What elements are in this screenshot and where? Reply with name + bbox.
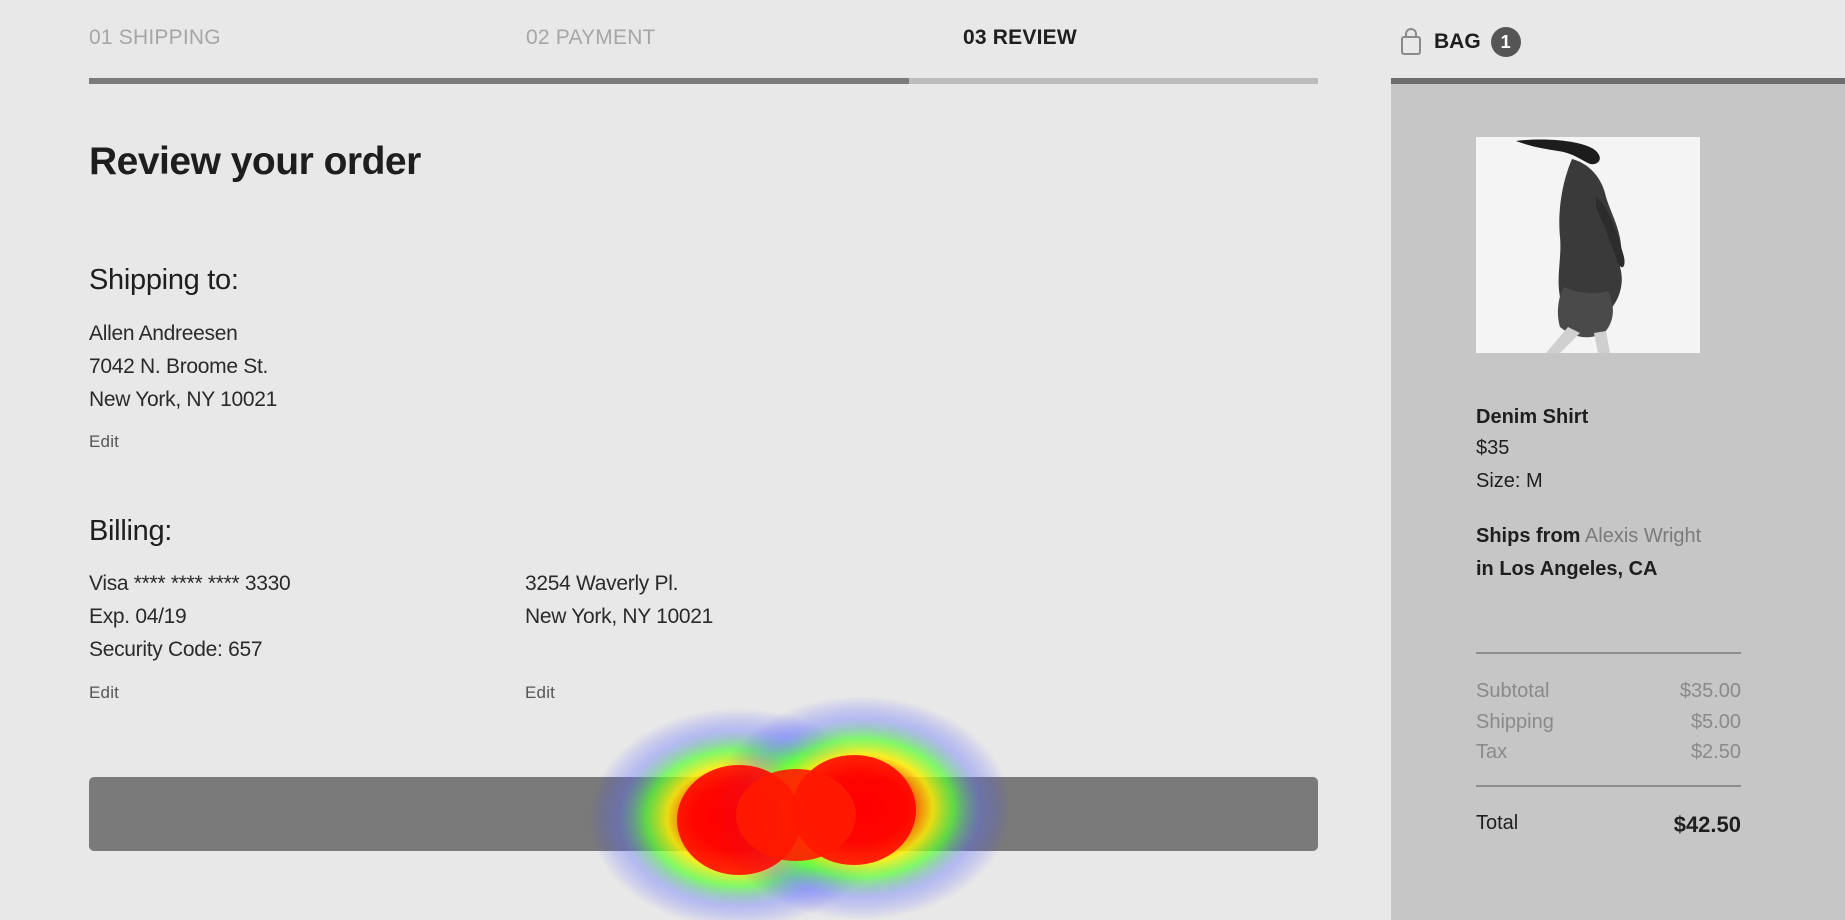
card-expiry: Exp. 04/19	[89, 605, 187, 628]
ships-from-info: Ships from Alexis Wright in Los Angeles,…	[1476, 520, 1701, 586]
product-size: Size: M	[1476, 470, 1543, 492]
step-payment[interactable]: 02 PAYMENT	[526, 26, 656, 50]
product-info: Denim Shirt $35 Size: M	[1476, 402, 1588, 497]
shipping-address: Allen Andreesen 7042 N. Broome St. New Y…	[89, 317, 277, 416]
summary-shipping-row: Shipping $5.00	[1476, 711, 1741, 734]
summary-divider-bottom	[1476, 785, 1741, 787]
summary-total-row: Total $42.50	[1476, 812, 1741, 838]
total-label: Total	[1476, 812, 1519, 834]
checkout-main: 01 SHIPPING 02 PAYMENT 03 REVIEW Review …	[89, 0, 1318, 920]
billing-heading: Billing:	[89, 515, 173, 547]
ships-from-label: Ships from	[1476, 525, 1581, 547]
place-order-button[interactable]	[89, 777, 1318, 851]
product-price: $35	[1476, 437, 1510, 459]
shipping-street: 7042 N. Broome St.	[89, 355, 269, 378]
ships-from-location: in Los Angeles, CA	[1476, 558, 1658, 580]
shipping-city: New York, NY 10021	[89, 388, 278, 411]
card-security-code: Security Code: 657	[89, 638, 263, 661]
seller-name[interactable]: Alexis Wright	[1585, 525, 1701, 547]
shopping-bag-icon	[1401, 28, 1421, 55]
checkout-progress-bar	[89, 78, 1318, 84]
subtotal-label: Subtotal	[1476, 680, 1550, 702]
checkout-progress-fill	[89, 78, 909, 84]
product-name[interactable]: Denim Shirt	[1476, 402, 1588, 433]
step-shipping[interactable]: 01 SHIPPING	[89, 26, 221, 50]
shipping-cost-label: Shipping	[1476, 711, 1554, 733]
bag-header[interactable]: BAG 1	[1391, 22, 1521, 62]
bag-sidebar: BAG 1 Denim Shirt $35 Size: M Ships from…	[1391, 0, 1845, 920]
summary-subtotal-row: Subtotal $35.00	[1476, 680, 1741, 703]
edit-billing-address-link[interactable]: Edit	[525, 683, 555, 703]
shipping-heading: Shipping to:	[89, 264, 239, 296]
bag-label: BAG	[1434, 30, 1481, 53]
order-summary-panel: Denim Shirt $35 Size: M Ships from Alexi…	[1391, 84, 1845, 920]
shipping-name: Allen Andreesen	[89, 322, 238, 345]
step-review[interactable]: 03 REVIEW	[963, 26, 1077, 50]
summary-divider-top	[1476, 652, 1741, 654]
billing-city: New York, NY 10021	[525, 605, 714, 628]
billing-street: 3254 Waverly Pl.	[525, 572, 679, 595]
billing-address: 3254 Waverly Pl. New York, NY 10021	[525, 567, 713, 633]
product-photo-figure	[1476, 137, 1700, 353]
edit-shipping-link[interactable]: Edit	[89, 432, 119, 452]
summary-tax-row: Tax $2.50	[1476, 741, 1741, 764]
tax-label: Tax	[1476, 741, 1508, 763]
edit-card-link[interactable]: Edit	[89, 683, 119, 703]
shipping-cost-value: $5.00	[1690, 711, 1741, 733]
total-value: $42.50	[1673, 812, 1741, 837]
bag-count-badge: 1	[1490, 27, 1521, 57]
tax-value: $2.50	[1690, 741, 1741, 763]
checkout-steps: 01 SHIPPING 02 PAYMENT 03 REVIEW	[89, 26, 1318, 54]
billing-card-details: Visa **** **** **** 3330 Exp. 04/19 Secu…	[89, 567, 291, 666]
product-image[interactable]	[1476, 137, 1700, 353]
page-title: Review your order	[89, 140, 421, 183]
subtotal-value: $35.00	[1679, 680, 1741, 702]
checkout-page: 01 SHIPPING 02 PAYMENT 03 REVIEW Review …	[0, 0, 1845, 920]
card-number: Visa **** **** **** 3330	[89, 572, 291, 595]
